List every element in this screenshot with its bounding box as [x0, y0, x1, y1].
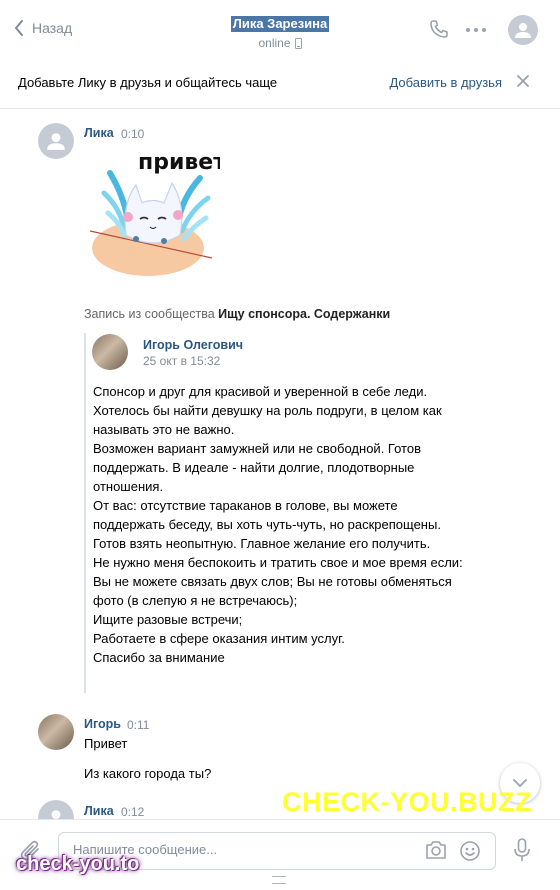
repost-source: Запись из сообщества Ищу спонсора. Содер… — [84, 307, 390, 321]
svg-text:привет: привет — [138, 150, 220, 175]
post-line: Ищите разовые встречи; — [93, 612, 243, 627]
chat-window: Назад Лика Зарезина online Добавьте Лику… — [0, 0, 560, 890]
add-friend-banner: Добавьте Лику в друзья и общайтесь чаще … — [0, 58, 560, 109]
repost-community-link[interactable]: Ищу спонсора. Содержанки — [218, 307, 390, 321]
chat-header: Назад Лика Зарезина online — [0, 0, 560, 59]
avatar[interactable] — [38, 123, 74, 159]
close-icon[interactable] — [516, 74, 530, 88]
post-line: От вас: отсутствие тараканов в голове, в… — [93, 498, 441, 532]
post-body: Спонсор и друг для красивой и уверенной … — [93, 382, 463, 667]
contact-avatar[interactable] — [508, 15, 538, 45]
contact-name[interactable]: Лика Зарезина — [230, 16, 330, 32]
cat-sticker-icon: привет — [89, 150, 226, 276]
smile-icon[interactable] — [459, 840, 481, 862]
post-line: Спонсор и друг для красивой и уверенной … — [93, 384, 428, 399]
banner-text: Добавьте Лику в друзья и общайтесь чаще — [18, 75, 278, 90]
sticker[interactable]: привет — [89, 143, 226, 278]
post-line: Спасибо за внимание — [93, 650, 225, 665]
status-text: online — [258, 36, 291, 50]
message-text: Привет — [84, 736, 128, 751]
add-friend-link[interactable]: Добавить в друзья — [389, 75, 502, 90]
post-line: Хотелось бы найти девушку на роль подруг… — [93, 403, 442, 437]
post-date[interactable]: 25 окт в 15:32 — [143, 354, 220, 368]
post-author[interactable]: Игорь Олегович — [143, 338, 243, 352]
message-time: 0:10 — [121, 127, 145, 141]
message-time: 0:12 — [121, 805, 145, 819]
microphone-icon[interactable] — [513, 838, 531, 862]
contact-info[interactable]: Лика Зарезина online — [0, 15, 560, 50]
post-line: Работаете в сфере оказания интим услуг. — [93, 631, 345, 646]
post-line: Вы не можете связать двух слов; Вы не го… — [93, 574, 452, 608]
watermark: CHECK-YOU.BUZZ — [282, 787, 532, 817]
avatar[interactable] — [38, 800, 74, 819]
message-history[interactable]: Лика 0:10 привет Запись из сообщества Ищ… — [0, 109, 560, 819]
sender-name[interactable]: Игорь — [84, 717, 121, 731]
post-line: Готов взять неопытную. Главное желание е… — [93, 536, 431, 551]
contact-status: online — [0, 36, 560, 50]
watermark: check-you.to — [16, 853, 140, 875]
more-icon[interactable] — [466, 28, 486, 32]
post-line: Не нужно меня беспокоить и тратить свое … — [93, 555, 463, 570]
camera-icon[interactable] — [425, 840, 447, 860]
repost-source-prefix: Запись из сообщества — [84, 307, 215, 321]
user-icon — [51, 810, 61, 819]
message-text: Из какого города ты? — [84, 766, 212, 781]
phone-icon[interactable] — [429, 19, 449, 39]
author-avatar[interactable] — [92, 334, 128, 370]
user-icon — [47, 133, 65, 150]
resize-handle[interactable] — [272, 876, 286, 884]
sender-name[interactable]: Лика — [84, 126, 114, 140]
avatar[interactable] — [38, 714, 74, 750]
post-line: Возможен вариант замужней или не свободн… — [93, 441, 421, 494]
message-time: 0:11 — [127, 718, 150, 732]
user-icon — [515, 23, 531, 38]
quote-bar — [84, 333, 86, 693]
composer: check-you.to — [0, 819, 560, 890]
sender-name[interactable]: Лика — [84, 804, 114, 818]
mobile-icon — [294, 37, 302, 49]
